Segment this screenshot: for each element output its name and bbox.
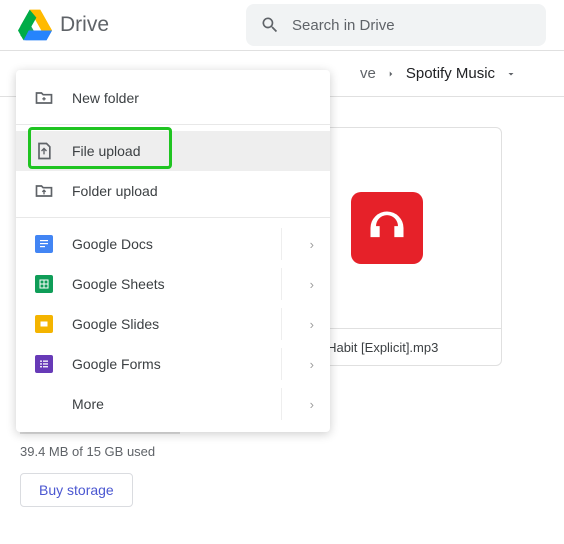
menu-label: Google Docs [72,236,153,252]
menu-separator [16,124,330,125]
docs-icon [34,234,54,254]
search-icon [260,15,280,35]
chevron-right-icon: › [310,277,314,292]
storage-used-text: 39.4 MB of 15 GB used [20,444,180,459]
chevron-right-icon [386,69,396,79]
menu-new-folder[interactable]: New folder [16,78,330,118]
search-box[interactable]: Search in Drive [246,4,546,46]
drive-title: Drive [60,13,109,37]
menu-google-docs[interactable]: Google Docs › [16,224,330,264]
chevron-right-icon: › [310,237,314,252]
chevron-right-icon: › [310,397,314,412]
drive-logo-lockup[interactable]: Drive [18,8,109,42]
file-upload-icon [34,141,54,161]
blank-icon [34,394,54,414]
menu-label: New folder [72,90,139,106]
header-bar: Drive Search in Drive [0,0,564,50]
menu-file-upload[interactable]: File upload [16,131,330,171]
chevron-right-icon: › [310,357,314,372]
buy-storage-button[interactable]: Buy storage [20,473,133,507]
breadcrumb-prev[interactable]: ve [360,65,376,82]
new-folder-icon [34,88,54,108]
chevron-right-icon: › [310,317,314,332]
menu-separator [16,217,330,218]
menu-label: Folder upload [72,183,158,199]
menu-google-sheets[interactable]: Google Sheets › [16,264,330,304]
menu-label: Google Forms [72,356,161,372]
sheets-icon [34,274,54,294]
menu-google-forms[interactable]: Google Forms › [16,344,330,384]
search-placeholder: Search in Drive [292,17,395,34]
slides-icon [34,314,54,334]
menu-folder-upload[interactable]: Folder upload [16,171,330,211]
dropdown-caret-icon[interactable] [505,68,517,80]
menu-label: Google Slides [72,316,159,332]
drive-logo-icon [18,8,52,42]
new-menu: New folder File upload Folder upload Goo… [16,70,330,432]
forms-icon [34,354,54,374]
music-app-icon [351,192,423,264]
menu-label: File upload [72,143,141,159]
menu-label: More [72,396,104,412]
menu-google-slides[interactable]: Google Slides › [16,304,330,344]
folder-upload-icon [34,181,54,201]
menu-label: Google Sheets [72,276,165,292]
breadcrumb-current[interactable]: Spotify Music [406,65,495,82]
menu-more[interactable]: More › [16,384,330,424]
